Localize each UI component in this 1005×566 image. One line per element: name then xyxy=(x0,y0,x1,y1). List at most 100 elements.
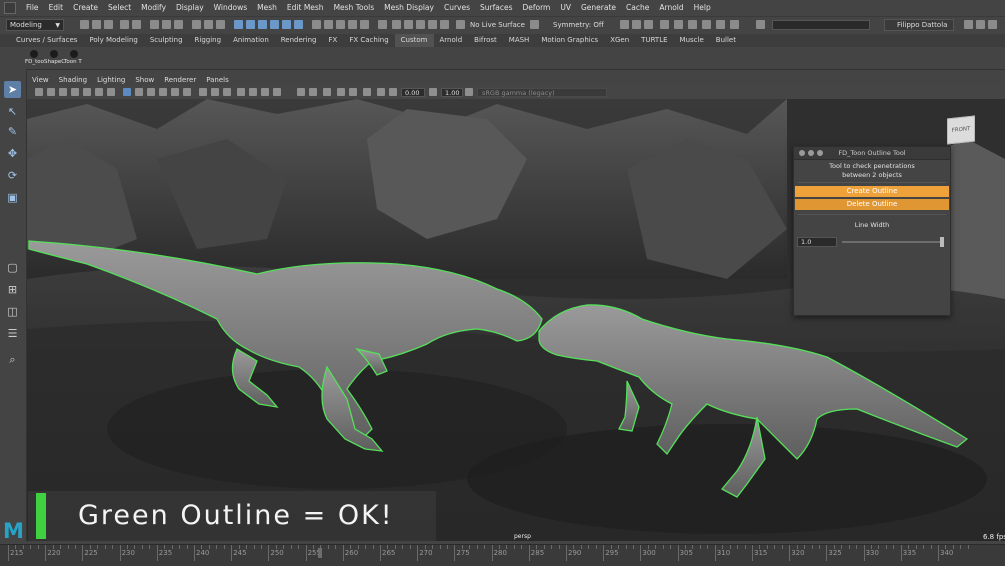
view-transform-icon[interactable] xyxy=(465,88,473,96)
render-globals-icon[interactable] xyxy=(620,20,629,29)
snap-surface-icon[interactable] xyxy=(282,20,291,29)
smooth-shade-icon[interactable] xyxy=(135,88,143,96)
menu-mesh-tools[interactable]: Mesh Tools xyxy=(329,0,380,16)
mask-edge-icon[interactable] xyxy=(204,20,213,29)
snap-live-icon[interactable] xyxy=(294,20,303,29)
scale-tool-icon[interactable]: ▣ xyxy=(4,189,21,206)
wireframe-on-shaded-icon[interactable] xyxy=(147,88,155,96)
line-width-field[interactable]: 1.0 xyxy=(797,237,837,247)
line-width-slider[interactable] xyxy=(842,241,944,243)
menu-modify[interactable]: Modify xyxy=(136,0,171,16)
tab-muscle[interactable]: Muscle xyxy=(674,34,710,47)
shelf-button-fd-tool[interactable] xyxy=(26,48,42,59)
delete-outline-button[interactable]: Delete Outline xyxy=(795,199,949,210)
tab-animation[interactable]: Animation xyxy=(227,34,275,47)
menu-uv[interactable]: UV xyxy=(555,0,576,16)
tab-rigging[interactable]: Rigging xyxy=(189,34,228,47)
layout-four-icon[interactable]: ⊞ xyxy=(4,281,21,298)
light-icon[interactable] xyxy=(702,20,711,29)
render-settings-icon[interactable] xyxy=(360,20,369,29)
render-sequence-icon[interactable] xyxy=(644,20,653,29)
menu-edit-mesh[interactable]: Edit Mesh xyxy=(282,0,329,16)
gamma-icon[interactable] xyxy=(377,88,385,96)
new-scene-icon[interactable] xyxy=(80,20,89,29)
select-object-icon[interactable] xyxy=(162,20,171,29)
mask-face-icon[interactable] xyxy=(216,20,225,29)
bookmark-icon[interactable] xyxy=(59,88,67,96)
tab-arnold[interactable]: Arnold xyxy=(434,34,469,47)
resolution-gate-icon[interactable] xyxy=(107,88,115,96)
dof-icon[interactable] xyxy=(337,88,345,96)
menu-cache[interactable]: Cache xyxy=(621,0,654,16)
xray-components-icon[interactable] xyxy=(273,88,281,96)
camera-icon[interactable] xyxy=(323,88,331,96)
tab-sculpting[interactable]: Sculpting xyxy=(144,34,189,47)
search-icon[interactable]: ⌕ xyxy=(4,351,21,368)
color-mgmt-icon[interactable] xyxy=(389,88,397,96)
construction-history-icon[interactable] xyxy=(312,20,321,29)
outliner-icon[interactable]: ☰ xyxy=(4,325,21,342)
move-tool-icon[interactable]: ✥ xyxy=(4,145,21,162)
symmetry-icon[interactable] xyxy=(530,20,539,29)
aa-icon[interactable] xyxy=(223,88,231,96)
window-titlebar[interactable]: FD_Toon Outline Tool xyxy=(794,147,950,160)
menuset-select[interactable]: Modeling ▼ xyxy=(6,19,64,31)
ipr-render-icon[interactable] xyxy=(348,20,357,29)
textured-icon[interactable] xyxy=(159,88,167,96)
tab-fx[interactable]: FX xyxy=(323,34,344,47)
select-hierarchy-icon[interactable] xyxy=(150,20,159,29)
tab-mash[interactable]: MASH xyxy=(503,34,536,47)
menu-mesh[interactable]: Mesh xyxy=(252,0,282,16)
snap-view-icon[interactable] xyxy=(270,20,279,29)
image-plane-icon[interactable] xyxy=(71,88,79,96)
lasso-tool-icon[interactable]: ↖ xyxy=(4,103,21,120)
menu-generate[interactable]: Generate xyxy=(576,0,621,16)
tab-bullet[interactable]: Bullet xyxy=(710,34,742,47)
render-current-icon[interactable] xyxy=(336,20,345,29)
menu-deform[interactable]: Deform xyxy=(517,0,555,16)
gamma-toggle-icon[interactable] xyxy=(429,88,437,96)
magnet-icon[interactable] xyxy=(404,20,413,29)
undo-icon[interactable] xyxy=(120,20,129,29)
menu-display[interactable]: Display xyxy=(171,0,209,16)
paint-select-icon[interactable]: ✎ xyxy=(4,123,21,140)
view-cube[interactable]: FRONT xyxy=(947,115,975,145)
tab-poly-modeling[interactable]: Poly Modeling xyxy=(83,34,143,47)
tab-motion-graphics[interactable]: Motion Graphics xyxy=(535,34,604,47)
create-outline-button[interactable]: Create Outline xyxy=(795,186,949,197)
menu-file[interactable]: File xyxy=(21,0,44,16)
xray-icon[interactable] xyxy=(249,88,257,96)
use-default-material-icon[interactable] xyxy=(309,88,317,96)
live-surface-icon[interactable] xyxy=(456,20,465,29)
snap-grid-icon[interactable] xyxy=(234,20,243,29)
arnold-render-icon[interactable] xyxy=(688,20,697,29)
tab-rendering[interactable]: Rendering xyxy=(275,34,323,47)
attribute-editor-icon[interactable] xyxy=(988,20,997,29)
render-view-icon[interactable] xyxy=(392,20,401,29)
snap-point-icon[interactable] xyxy=(258,20,267,29)
camera-select-icon[interactable] xyxy=(35,88,43,96)
panel-menu-view[interactable]: View xyxy=(27,75,54,86)
menu-help[interactable]: Help xyxy=(689,0,716,16)
input-line-icon[interactable] xyxy=(756,20,765,29)
menu-mesh-display[interactable]: Mesh Display xyxy=(379,0,439,16)
backface-icon[interactable] xyxy=(297,88,305,96)
snap-curve-icon[interactable] xyxy=(246,20,255,29)
menu-edit[interactable]: Edit xyxy=(44,0,69,16)
menu-surfaces[interactable]: Surfaces xyxy=(475,0,517,16)
open-scene-icon[interactable] xyxy=(92,20,101,29)
rotate-tool-icon[interactable]: ⟳ xyxy=(4,167,21,184)
motion-blur-icon[interactable] xyxy=(211,88,219,96)
shadows-icon[interactable] xyxy=(183,88,191,96)
menu-arnold[interactable]: Arnold xyxy=(654,0,688,16)
shelf-button-shape[interactable] xyxy=(46,48,62,59)
xray-joints-icon[interactable] xyxy=(261,88,269,96)
exposure-field[interactable]: 0.00 xyxy=(401,88,425,97)
tab-custom[interactable]: Custom xyxy=(394,34,434,47)
symmetry-label[interactable]: Symmetry: Off xyxy=(553,19,604,31)
gamma-field[interactable]: 1.00 xyxy=(441,88,463,97)
menu-windows[interactable]: Windows xyxy=(209,0,252,16)
select-component-icon[interactable] xyxy=(174,20,183,29)
user-account-select[interactable]: Filippo Dattola xyxy=(884,19,954,31)
tab-xgen[interactable]: XGen xyxy=(604,34,635,47)
